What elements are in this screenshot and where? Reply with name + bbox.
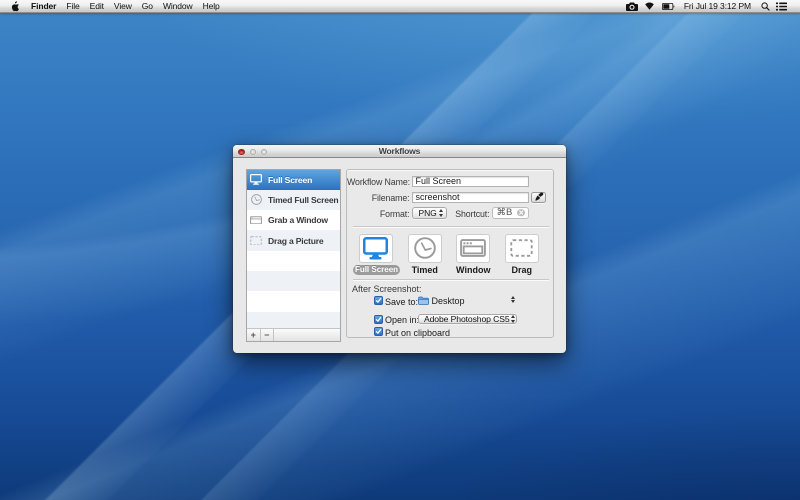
list-footer: + − <box>247 328 340 341</box>
workflows-window: Workflows Full Screen Timed Full Screen … <box>233 145 566 353</box>
footer-spacer <box>274 329 340 341</box>
save-to-label: Save to: <box>385 297 418 307</box>
menu-item-app[interactable]: Finder <box>31 1 56 11</box>
save-to-popup-arrows-icon[interactable] <box>508 296 519 304</box>
window-icon <box>460 239 486 257</box>
format-label: Format: <box>347 209 410 219</box>
separator <box>353 279 549 280</box>
menu-items: Finder File Edit View Go Window Help <box>0 0 230 12</box>
add-workflow-button[interactable]: + <box>247 329 261 341</box>
marquee-icon <box>250 235 262 247</box>
clock-icon <box>250 194 262 206</box>
menu-item-file[interactable]: File <box>66 1 79 11</box>
marquee-icon <box>510 239 533 257</box>
window-title: Workflows <box>233 145 566 158</box>
checkmark-icon <box>375 328 382 335</box>
menu-item-help[interactable]: Help <box>203 1 220 11</box>
apple-icon <box>11 1 20 12</box>
mode-button-drag[interactable] <box>505 234 539 263</box>
list-item-label: Full Screen <box>268 175 312 185</box>
mode-label-full-screen: Full Screen <box>353 265 400 275</box>
list-item-label: Grab a Window <box>268 215 328 225</box>
menu-bar-clock[interactable]: Fri Jul 19 3:12 PM <box>684 1 751 11</box>
popup-arrows-icon <box>510 315 516 323</box>
list-item-label: Drag a Picture <box>268 236 323 246</box>
open-in-label: Open in: <box>385 315 419 325</box>
save-to-checkbox[interactable] <box>374 296 383 305</box>
menu-item-go[interactable]: Go <box>142 1 153 11</box>
list-item-label: Timed Full Screen <box>268 195 338 205</box>
apple-menu[interactable] <box>11 1 20 12</box>
list-item-timed-full-screen[interactable]: Timed Full Screen <box>247 190 340 210</box>
workflow-name-field[interactable]: Full Screen <box>412 176 529 188</box>
menu-item-edit[interactable]: Edit <box>90 1 104 11</box>
save-to-value: Desktop <box>432 296 465 306</box>
mode-button-timed[interactable] <box>408 234 442 263</box>
after-screenshot-label: After Screenshot: <box>352 284 422 294</box>
brush-icon <box>534 192 544 202</box>
open-in-checkbox[interactable] <box>374 315 383 324</box>
filename-label: Filename: <box>347 193 410 203</box>
list-item-grab-a-window[interactable]: Grab a Window <box>247 210 340 230</box>
spotlight-icon[interactable] <box>761 2 770 11</box>
empty-row <box>247 312 340 328</box>
empty-row <box>247 291 340 311</box>
empty-row <box>247 271 340 291</box>
display-icon <box>250 174 262 186</box>
workflow-name-label: Workflow Name: <box>347 177 410 187</box>
open-in-popup[interactable]: Adobe Photoshop CS5 <box>418 314 517 325</box>
save-to-popup[interactable]: Desktop <box>418 295 465 306</box>
shortcut-value: ⌘B <box>497 207 513 218</box>
checkmark-icon <box>375 297 382 304</box>
workflow-list: Full Screen Timed Full Screen Grab a Win… <box>246 169 341 343</box>
camera-icon[interactable] <box>626 2 638 11</box>
menu-item-window[interactable]: Window <box>163 1 193 11</box>
mode-button-full-screen[interactable] <box>359 234 393 263</box>
workflow-rows: Full Screen Timed Full Screen Grab a Win… <box>247 170 340 329</box>
clock-icon <box>414 237 436 259</box>
filename-field[interactable]: screenshot <box>412 192 529 204</box>
clipboard-checkbox[interactable] <box>374 327 383 336</box>
remove-workflow-button[interactable]: − <box>261 329 275 341</box>
mode-label-drag: Drag <box>498 265 546 275</box>
menu-status-area: Fri Jul 19 3:12 PM <box>626 0 787 12</box>
filename-action-button[interactable] <box>531 192 546 204</box>
display-icon <box>363 237 388 260</box>
shortcut-label: Shortcut: <box>428 209 490 219</box>
list-item-drag-a-picture[interactable]: Drag a Picture <box>247 230 340 250</box>
wifi-icon[interactable] <box>644 2 655 10</box>
menu-bar: Finder File Edit View Go Window Help <box>0 0 800 13</box>
mode-label-timed: Timed <box>401 265 449 275</box>
workflow-settings-panel: Workflow Name: Full Screen Filename: scr… <box>346 169 554 338</box>
notification-center-icon[interactable] <box>776 2 787 11</box>
clipboard-label: Put on clipboard <box>385 328 450 338</box>
folder-icon <box>418 296 429 305</box>
empty-row <box>247 251 340 271</box>
clear-shortcut-icon[interactable] <box>517 209 525 217</box>
mode-button-window[interactable] <box>456 234 490 263</box>
shortcut-field[interactable]: ⌘B <box>492 207 529 219</box>
battery-icon[interactable] <box>662 3 675 10</box>
window-titlebar[interactable]: Workflows <box>233 145 566 158</box>
window-icon <box>250 214 262 226</box>
mode-label-window: Window <box>449 265 497 275</box>
open-in-value: Adobe Photoshop CS5 <box>419 314 510 324</box>
menu-item-view[interactable]: View <box>114 1 132 11</box>
list-item-full-screen[interactable]: Full Screen <box>247 170 340 190</box>
checkmark-icon <box>375 316 382 323</box>
separator <box>353 226 549 227</box>
